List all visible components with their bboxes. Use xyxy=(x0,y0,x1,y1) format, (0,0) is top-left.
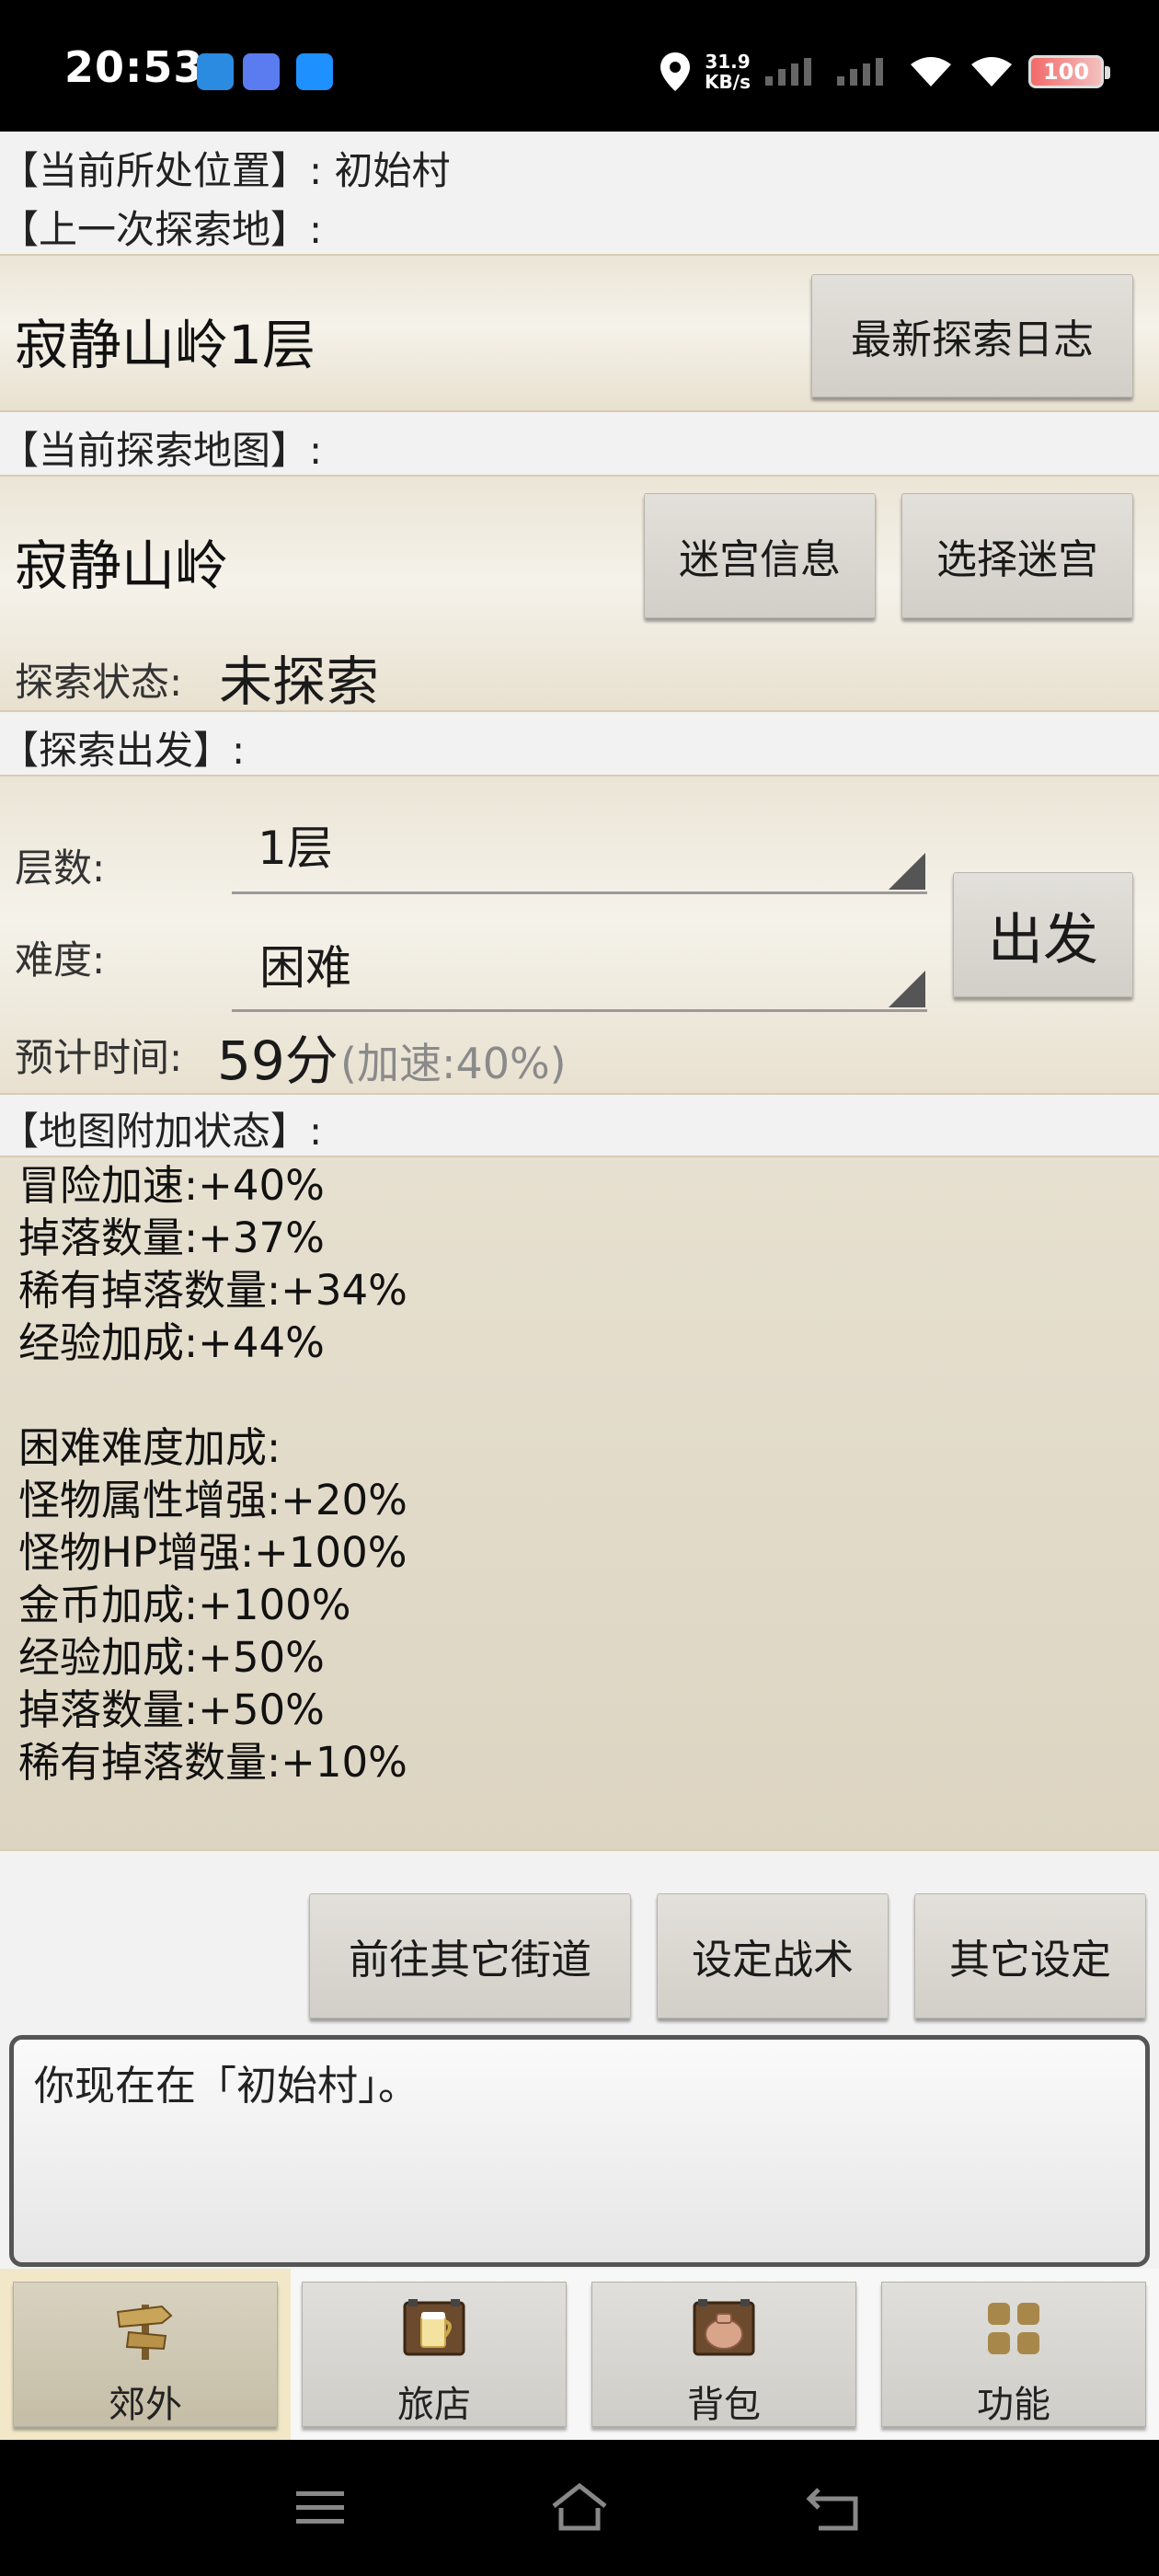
floor-label: 层数: xyxy=(15,845,106,891)
battery-icon: 100 xyxy=(1028,55,1110,88)
floor-select-value: 1层 xyxy=(258,822,333,875)
tab-bag[interactable]: 背包 xyxy=(591,2282,856,2427)
floor-select[interactable]: 1层 xyxy=(232,788,927,894)
tab-inn-label: 旅店 xyxy=(397,2384,471,2426)
message-box: 你现在在「初始村」。 xyxy=(9,2035,1150,2267)
eta-value: 59分 xyxy=(217,1029,339,1092)
tab-bag-label: 背包 xyxy=(687,2384,761,2426)
explore-status-label: 探索状态: xyxy=(15,660,183,705)
tab-inn[interactable]: 旅店 xyxy=(302,2282,567,2427)
signpost-icon xyxy=(116,2305,173,2360)
explore-status-value: 未探索 xyxy=(219,650,380,713)
last-explored-name: 寂静山岭1层 xyxy=(15,314,316,376)
depart-button[interactable]: 出发 xyxy=(953,872,1133,997)
eta-speedup-note: (加速:40%) xyxy=(340,1039,567,1088)
current-map-heading: 【当前探索地图】: xyxy=(0,428,323,473)
difficulty-select-value: 困难 xyxy=(259,941,351,995)
map-effects-panel: 冒险加速:+40% 掉落数量:+37% 稀有掉落数量:+34% 经验加成:+44… xyxy=(0,1156,1159,1851)
wifi-icon xyxy=(911,57,951,86)
tab-outskirts-label: 郊外 xyxy=(109,2384,182,2426)
dropdown-arrow-icon xyxy=(889,971,925,1007)
last-explored-panel: 寂静山岭1层 最新探索日志 xyxy=(0,254,1159,412)
current-map-name: 寂静山岭 xyxy=(15,535,229,597)
status-bar: 20:53 31.9 KB/s 100 xyxy=(0,0,1159,132)
departure-heading: 【探索出发】: xyxy=(0,728,246,773)
map-effects-list: 冒险加速:+40% 掉落数量:+37% 稀有掉落数量:+34% 经验加成:+44… xyxy=(18,1161,407,1787)
current-map-panel: 寂静山岭 迷宫信息 选择迷宫 探索状态: 未探索 xyxy=(0,475,1159,713)
feather-app-icon xyxy=(296,53,333,90)
eta-label: 预计时间: xyxy=(15,1035,183,1080)
bag-icon xyxy=(693,2299,755,2356)
departure-panel: 层数: 1层 难度: 困难 出发 预计时间: 59分 (加速:40%) xyxy=(0,775,1159,1095)
location-icon xyxy=(660,52,691,91)
current-location: 【当前所处位置】: 初始村 xyxy=(0,148,451,193)
signal2-icon xyxy=(837,58,883,86)
status-icons: 31.9 KB/s 100 xyxy=(659,44,1110,99)
map-effects-heading: 【地图附加状态】: xyxy=(0,1109,323,1154)
status-time: 20:53 xyxy=(64,42,204,92)
other-streets-button[interactable]: 前往其它街道 xyxy=(309,1893,631,2018)
tab-functions-label: 功能 xyxy=(977,2384,1050,2426)
other-settings-button[interactable]: 其它设定 xyxy=(914,1893,1146,2018)
maze-info-button[interactable]: 迷宫信息 xyxy=(644,493,876,618)
select-maze-button[interactable]: 选择迷宫 xyxy=(901,493,1133,618)
dropdown-arrow-icon xyxy=(889,853,925,890)
bottom-tab-bar: 郊外 旅店 背包 功能 xyxy=(0,2269,1159,2440)
last-explored-heading: 【上一次探索地】: xyxy=(0,207,323,252)
difficulty-select[interactable]: 困难 xyxy=(232,905,927,1012)
menu-icon[interactable] xyxy=(293,2486,348,2530)
system-nav-bar xyxy=(0,2440,1159,2576)
grid-icon xyxy=(988,2303,1039,2354)
set-tactics-button[interactable]: 设定战术 xyxy=(657,1893,889,2018)
tab-functions[interactable]: 功能 xyxy=(881,2282,1146,2427)
latest-log-button[interactable]: 最新探索日志 xyxy=(811,274,1133,397)
moon-app-icon xyxy=(243,53,280,90)
network-speed: 31.9 KB/s xyxy=(705,51,751,93)
tavern-icon xyxy=(403,2299,465,2356)
signal-icon xyxy=(765,58,811,86)
telegram-icon xyxy=(197,53,234,90)
tab-outskirts[interactable]: 郊外 xyxy=(13,2282,278,2427)
message-text: 你现在在「初始村」。 xyxy=(34,2063,419,2110)
back-icon[interactable] xyxy=(806,2482,865,2536)
wifi2-icon xyxy=(971,57,1012,86)
home-icon[interactable] xyxy=(548,2480,611,2536)
difficulty-label: 难度: xyxy=(15,937,106,983)
